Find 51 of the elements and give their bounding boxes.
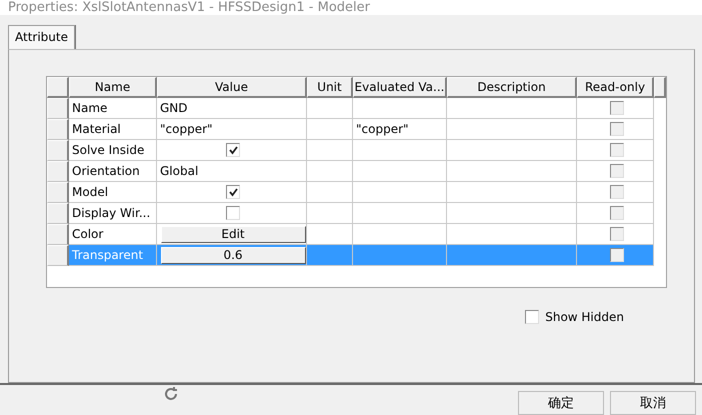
row-header[interactable] — [47, 119, 69, 140]
window-title: Properties: XslSlotAntennasV1 - HFSSDesign1 - Modeler — [8, 0, 370, 15]
row-header[interactable] — [47, 245, 69, 266]
tab[interactable]: Attribute — [8, 25, 75, 49]
checkbox[interactable] — [610, 143, 624, 157]
dialog-button[interactable]: 取消 — [610, 391, 696, 415]
row-header[interactable] — [47, 203, 69, 224]
row-header[interactable] — [47, 224, 69, 245]
checkbox[interactable] — [610, 101, 624, 115]
checkbox[interactable] — [226, 185, 240, 199]
table-cell: Solve Inside — [69, 140, 157, 161]
checkbox[interactable] — [610, 164, 624, 178]
table-cell: Display Wir... — [69, 203, 157, 224]
checkbox[interactable] — [226, 206, 240, 220]
checkbox[interactable] — [610, 206, 624, 220]
checkbox[interactable] — [610, 185, 624, 199]
table-cell — [307, 161, 353, 182]
table-cell: GND — [157, 98, 307, 119]
table-cell: Transparent — [69, 245, 157, 266]
table-cell: Color — [69, 224, 157, 245]
column-header[interactable]: Name — [69, 77, 157, 98]
column-header[interactable]: Value — [157, 77, 307, 98]
table-cell: Model — [69, 182, 157, 203]
checkbox-label: Show Hidden — [545, 310, 624, 324]
table-cell: Orientation — [69, 161, 157, 182]
checkmark-icon — [228, 188, 238, 196]
rotate-handle-icon — [162, 385, 180, 403]
column-header[interactable]: Read-only — [577, 77, 654, 98]
table-cell: "copper" — [353, 119, 447, 140]
column-header[interactable]: Description — [447, 77, 577, 98]
checkmark-icon — [228, 146, 238, 154]
checkbox[interactable] — [610, 248, 624, 262]
table-cell: Material — [69, 119, 157, 140]
checkbox[interactable] — [610, 227, 624, 241]
row-header[interactable] — [47, 182, 69, 203]
column-header[interactable]: Evaluated Va... — [353, 77, 447, 98]
column-header[interactable]: Unit — [307, 77, 353, 98]
checkbox[interactable] — [610, 122, 624, 136]
row-header[interactable] — [47, 98, 69, 119]
table-cell: "copper" — [157, 119, 307, 140]
checkbox[interactable] — [226, 143, 240, 157]
value-button[interactable]: 0.6 — [160, 246, 306, 264]
table-cell: Global — [157, 161, 307, 182]
row-header[interactable] — [47, 161, 69, 182]
value-button[interactable]: Edit — [160, 226, 306, 242]
table-cell: Name — [69, 98, 157, 119]
table-cell — [307, 98, 353, 119]
checkbox[interactable] — [525, 310, 540, 324]
dialog-button[interactable]: 确定 — [518, 391, 604, 415]
row-header[interactable] — [47, 140, 69, 161]
table-cell — [307, 119, 353, 140]
